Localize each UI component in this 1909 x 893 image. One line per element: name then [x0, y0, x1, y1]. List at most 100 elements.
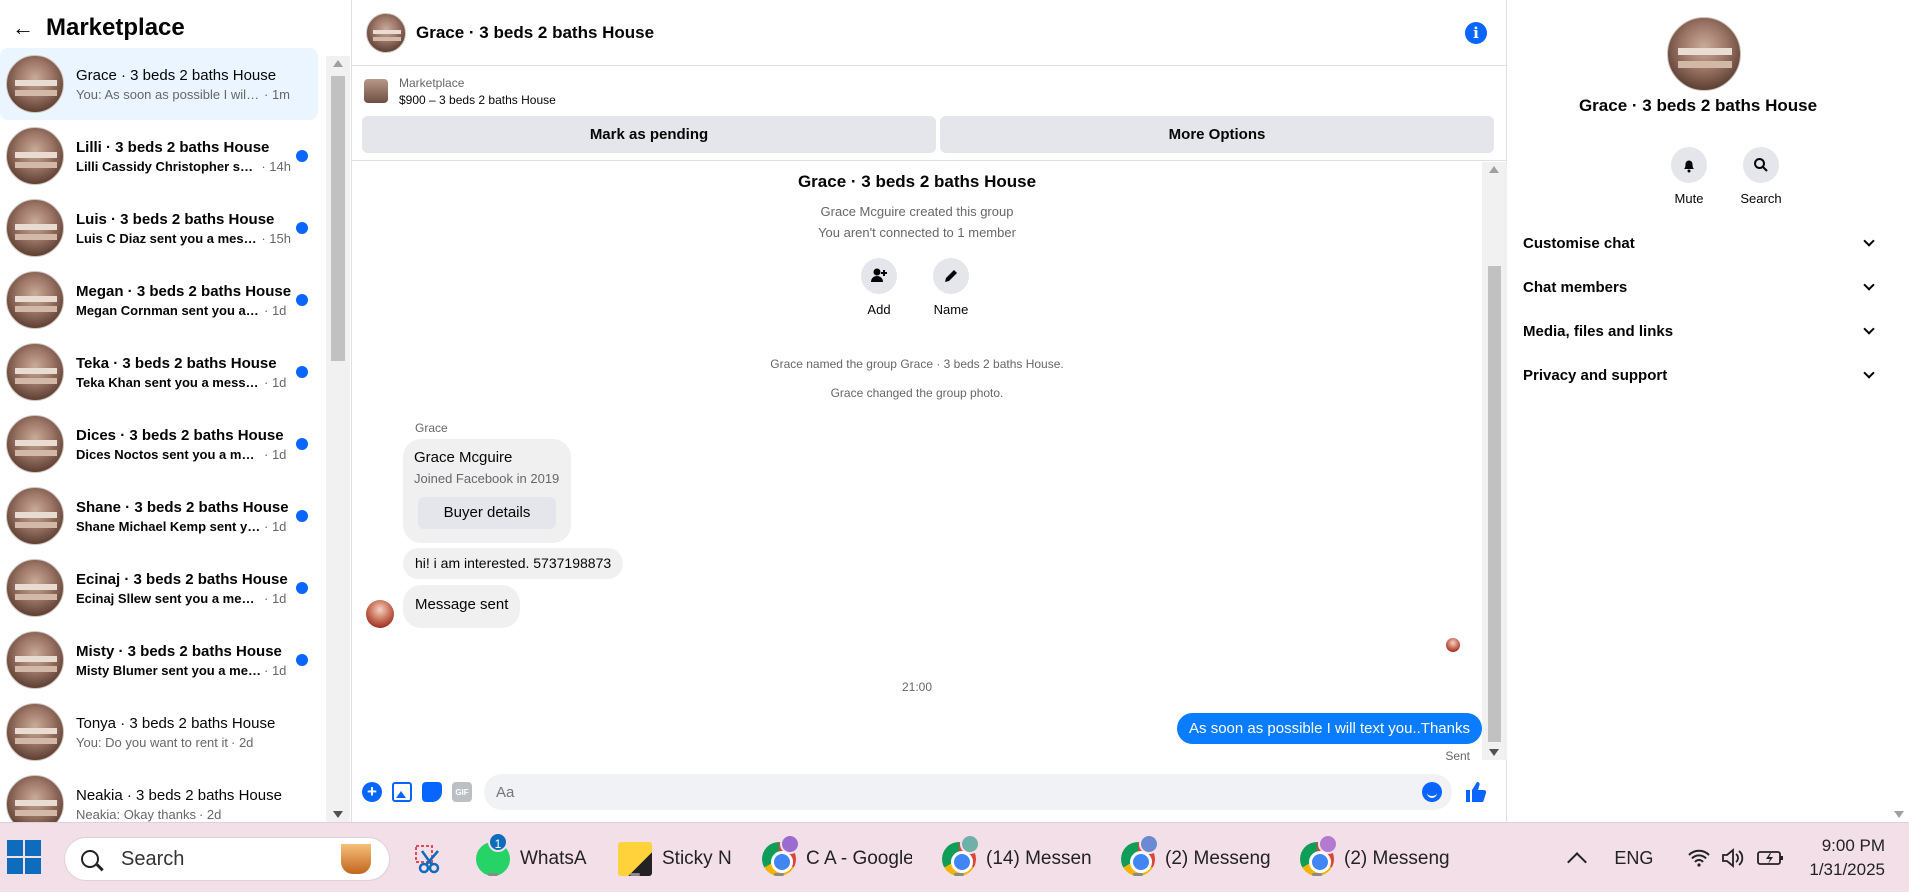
listing-thumbnail[interactable] [364, 79, 388, 103]
image-icon[interactable] [392, 782, 412, 802]
incoming-message[interactable]: Message sent [403, 585, 521, 628]
conversation-item-neakia[interactable]: Neakia · 3 beds 2 baths House Neakia: Ok… [0, 768, 318, 822]
conversation-preview: Luis C Diaz sent you a messa... [76, 230, 259, 246]
buyer-details-button[interactable]: Buyer details [418, 497, 556, 529]
unread-dot-icon [296, 294, 308, 306]
plus-icon[interactable]: + [362, 782, 382, 802]
info-icon[interactable]: i [1465, 22, 1487, 44]
scroll-up-arrow-icon[interactable] [333, 60, 343, 67]
sender-avatar[interactable] [366, 600, 394, 628]
conversation-item-lilli[interactable]: Lilli · 3 beds 2 baths House Lilli Cassi… [0, 120, 318, 192]
emoji-icon[interactable] [1422, 782, 1442, 802]
mark-as-pending-button[interactable]: Mark as pending [362, 116, 936, 153]
chat-panel: Grace · 3 beds 2 baths House i Marketpla… [352, 0, 1507, 822]
snipping-tool-icon[interactable] [412, 839, 448, 879]
conversation-item-shane[interactable]: Shane · 3 beds 2 baths House Shane Micha… [0, 480, 318, 552]
conversation-avatar [6, 703, 64, 761]
scroll-down-arrow-icon[interactable] [1894, 811, 1904, 818]
details-avatar[interactable] [1667, 17, 1741, 91]
sidebar-scrollbar[interactable] [326, 56, 350, 822]
conversation-name: Luis · 3 beds 2 baths House [76, 210, 275, 228]
battery-icon[interactable] [1757, 848, 1785, 868]
buyer-profile-card: Grace Mcguire Joined Facebook in 2019 Bu… [403, 439, 571, 543]
scroll-down-arrow-icon[interactable] [1489, 749, 1499, 756]
profile-badge [1318, 834, 1338, 854]
profile-badge [1139, 834, 1159, 854]
gif-icon[interactable]: GIF [452, 782, 472, 802]
section-chat-members[interactable]: Chat members [1523, 265, 1879, 309]
taskbar: Search 1 WhatsA Sticky N C A - Google (1… [0, 822, 1909, 892]
message-input-wrapper [484, 774, 1452, 810]
scroll-up-arrow-icon[interactable] [1489, 166, 1499, 173]
more-options-button[interactable]: More Options [940, 116, 1494, 153]
conversation-name: Neakia · 3 beds 2 baths House [76, 786, 282, 804]
scrollbar-thumb[interactable] [331, 76, 345, 361]
unread-dot-icon [296, 222, 308, 234]
conversation-item-ecinaj[interactable]: Ecinaj · 3 beds 2 baths House Ecinaj Sll… [0, 552, 318, 624]
conversation-item-megan[interactable]: Megan · 3 beds 2 baths House Megan Cornm… [0, 264, 318, 336]
taskbar-app-whatsapp[interactable]: 1 WhatsA [476, 832, 596, 879]
search-label: Search [1740, 191, 1782, 206]
conversation-item-luis[interactable]: Luis · 3 beds 2 baths House Luis C Diaz … [0, 192, 318, 264]
scrollbar-thumb[interactable] [1488, 266, 1501, 742]
system-tray: ENG 9:00 PM 1/31/2025 [1567, 823, 1909, 893]
conversation-item-misty[interactable]: Misty · 3 beds 2 baths House Misty Blume… [0, 624, 318, 696]
chat-header-avatar[interactable] [366, 12, 406, 53]
conversation-item-teka[interactable]: Teka · 3 beds 2 baths House Teka Khan se… [0, 336, 318, 408]
wifi-icon[interactable] [1687, 848, 1711, 868]
scroll-down-arrow-icon[interactable] [333, 811, 343, 818]
outgoing-message[interactable]: As soon as possible I will text you..Tha… [1177, 713, 1482, 744]
conversation-name: Tonya · 3 beds 2 baths House [76, 714, 276, 732]
thumbs-up-icon[interactable] [1464, 780, 1488, 804]
message-composer: + GIF [352, 762, 1507, 822]
windows-start-icon[interactable] [7, 840, 41, 874]
taskbar-search[interactable]: Search [64, 837, 390, 881]
conversation-item-dices[interactable]: Dices · 3 beds 2 baths House Dices Nocto… [0, 408, 318, 480]
conversation-avatar [6, 487, 64, 545]
conversation-name: Misty · 3 beds 2 baths House [76, 642, 282, 660]
section-media-files-links[interactable]: Media, files and links [1523, 309, 1879, 353]
listing-price-title[interactable]: $900 – 3 beds 2 baths House [399, 93, 556, 107]
section-label: Chat members [1523, 278, 1628, 296]
profile-badge [960, 834, 980, 854]
conversation-preview: Megan Cornman sent you a m... [76, 302, 261, 318]
conversation-time: · 1m [264, 86, 290, 102]
add-member-button[interactable]: Add [849, 258, 909, 317]
taskbar-app-chrome-messenger-14[interactable]: (14) Messeng [942, 834, 1092, 879]
read-receipt-avatar [1446, 638, 1460, 652]
taskbar-app-sticky-notes[interactable]: Sticky N [618, 839, 738, 879]
conversation-item-tonya[interactable]: Tonya · 3 beds 2 baths House You: Do you… [0, 696, 318, 768]
name-group-button[interactable]: Name [921, 258, 981, 317]
message-input[interactable] [496, 783, 1396, 801]
thread-scrollbar[interactable] [1482, 162, 1507, 760]
message-thread: Grace · 3 beds 2 baths House Grace Mcgui… [352, 162, 1482, 760]
search-in-chat-button[interactable]: Search [1731, 147, 1791, 206]
section-label: Customise chat [1523, 234, 1635, 252]
clock[interactable]: 9:00 PM 1/31/2025 [1809, 834, 1885, 882]
conversation-avatar [6, 559, 64, 617]
back-arrow-icon[interactable]: ← [0, 15, 46, 41]
chat-title[interactable]: Grace · 3 beds 2 baths House [416, 23, 654, 43]
conversation-sidebar: ← Marketplace Grace · 3 beds 2 baths Hou… [0, 0, 352, 822]
conversation-preview: Neakia: Okay thanks [76, 806, 196, 822]
listing-banner: Marketplace $900 – 3 beds 2 baths House … [352, 67, 1507, 161]
section-privacy-support[interactable]: Privacy and support [1523, 353, 1879, 397]
conversation-time: · 2d [198, 806, 222, 822]
taskbar-app-chrome-messenger-2a[interactable]: (2) Messeng [1121, 834, 1271, 879]
show-hidden-icons-chevron-icon[interactable] [1567, 852, 1588, 872]
incoming-message[interactable]: hi! i am interested. 5737198873 [403, 548, 624, 579]
chevron-down-icon [1863, 367, 1875, 379]
volume-icon[interactable] [1721, 848, 1747, 868]
taskbar-app-chrome-google[interactable]: C A - Google [762, 834, 912, 879]
taskbar-app-chrome-messenger-2b[interactable]: (2) Messeng [1300, 834, 1450, 879]
notification-badge: 1 [488, 832, 508, 852]
section-customise-chat[interactable]: Customise chat [1523, 221, 1879, 265]
mute-button[interactable]: Mute [1659, 147, 1719, 206]
conversation-item-grace[interactable]: Grace · 3 beds 2 baths House You: As soo… [0, 48, 318, 120]
conversation-name: Dices · 3 beds 2 baths House [76, 426, 284, 444]
time-separator: 21:00 [901, 680, 933, 694]
clock-time: 9:00 PM [1821, 836, 1885, 855]
details-scrollbar[interactable] [1889, 0, 1909, 822]
language-indicator[interactable]: ENG [1614, 848, 1653, 869]
sticker-icon[interactable] [422, 782, 442, 802]
